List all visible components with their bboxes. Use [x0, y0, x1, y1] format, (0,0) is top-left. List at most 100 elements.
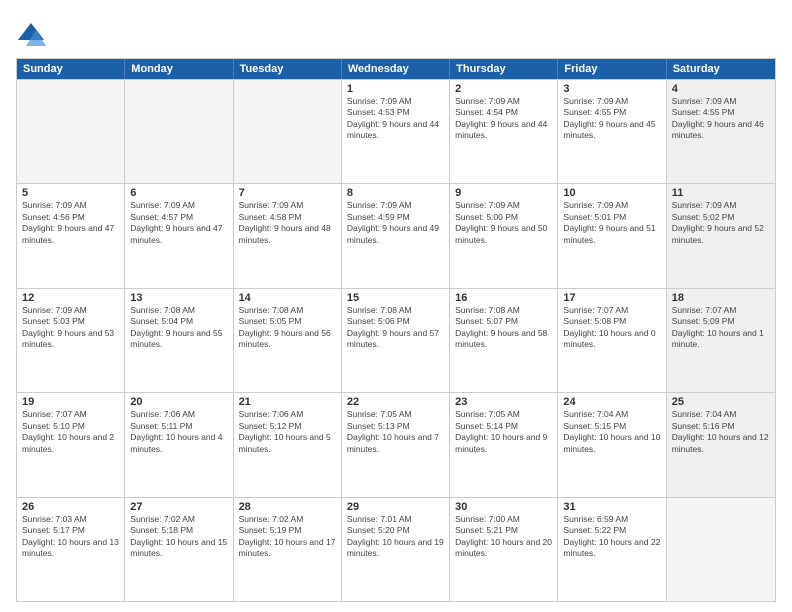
calendar-cell: 1Sunrise: 7:09 AMSunset: 4:53 PMDaylight…	[342, 80, 450, 183]
day-number: 15	[347, 292, 444, 304]
day-header: Wednesday	[342, 59, 450, 79]
calendar-row: 12Sunrise: 7:09 AMSunset: 5:03 PMDayligh…	[17, 288, 775, 392]
calendar-row: 5Sunrise: 7:09 AMSunset: 4:56 PMDaylight…	[17, 183, 775, 287]
calendar-cell: 29Sunrise: 7:01 AMSunset: 5:20 PMDayligh…	[342, 498, 450, 601]
calendar-row: 1Sunrise: 7:09 AMSunset: 4:53 PMDaylight…	[17, 79, 775, 183]
calendar-cell	[234, 80, 342, 183]
day-info: Sunrise: 7:09 AMSunset: 4:57 PMDaylight:…	[130, 200, 227, 246]
day-info: Sunrise: 7:09 AMSunset: 4:59 PMDaylight:…	[347, 200, 444, 246]
calendar-cell: 20Sunrise: 7:06 AMSunset: 5:11 PMDayligh…	[125, 393, 233, 496]
day-number: 30	[455, 501, 552, 513]
day-info: Sunrise: 7:03 AMSunset: 5:17 PMDaylight:…	[22, 514, 119, 560]
calendar-cell: 10Sunrise: 7:09 AMSunset: 5:01 PMDayligh…	[558, 184, 666, 287]
calendar-cell: 14Sunrise: 7:08 AMSunset: 5:05 PMDayligh…	[234, 289, 342, 392]
calendar-cell	[125, 80, 233, 183]
calendar-cell: 9Sunrise: 7:09 AMSunset: 5:00 PMDaylight…	[450, 184, 558, 287]
day-number: 8	[347, 187, 444, 199]
day-info: Sunrise: 7:01 AMSunset: 5:20 PMDaylight:…	[347, 514, 444, 560]
day-info: Sunrise: 7:02 AMSunset: 5:18 PMDaylight:…	[130, 514, 227, 560]
calendar-cell: 17Sunrise: 7:07 AMSunset: 5:08 PMDayligh…	[558, 289, 666, 392]
calendar-cell: 7Sunrise: 7:09 AMSunset: 4:58 PMDaylight…	[234, 184, 342, 287]
day-number: 19	[22, 396, 119, 408]
day-info: Sunrise: 7:05 AMSunset: 5:13 PMDaylight:…	[347, 409, 444, 455]
day-number: 31	[563, 501, 660, 513]
calendar-header: SundayMondayTuesdayWednesdayThursdayFrid…	[17, 59, 775, 79]
day-number: 17	[563, 292, 660, 304]
day-number: 12	[22, 292, 119, 304]
day-number: 13	[130, 292, 227, 304]
day-header: Thursday	[450, 59, 558, 79]
calendar-cell: 25Sunrise: 7:04 AMSunset: 5:16 PMDayligh…	[667, 393, 775, 496]
day-info: Sunrise: 7:07 AMSunset: 5:09 PMDaylight:…	[672, 305, 770, 351]
calendar-cell: 24Sunrise: 7:04 AMSunset: 5:15 PMDayligh…	[558, 393, 666, 496]
day-info: Sunrise: 7:00 AMSunset: 5:21 PMDaylight:…	[455, 514, 552, 560]
day-number: 3	[563, 83, 660, 95]
day-number: 7	[239, 187, 336, 199]
day-number: 29	[347, 501, 444, 513]
day-info: Sunrise: 7:08 AMSunset: 5:05 PMDaylight:…	[239, 305, 336, 351]
day-info: Sunrise: 7:09 AMSunset: 5:00 PMDaylight:…	[455, 200, 552, 246]
page-header	[16, 16, 776, 50]
calendar-cell: 28Sunrise: 7:02 AMSunset: 5:19 PMDayligh…	[234, 498, 342, 601]
day-info: Sunrise: 6:59 AMSunset: 5:22 PMDaylight:…	[563, 514, 660, 560]
calendar-cell: 31Sunrise: 6:59 AMSunset: 5:22 PMDayligh…	[558, 498, 666, 601]
calendar-cell: 18Sunrise: 7:07 AMSunset: 5:09 PMDayligh…	[667, 289, 775, 392]
day-number: 26	[22, 501, 119, 513]
calendar-row: 26Sunrise: 7:03 AMSunset: 5:17 PMDayligh…	[17, 497, 775, 601]
day-info: Sunrise: 7:07 AMSunset: 5:08 PMDaylight:…	[563, 305, 660, 351]
calendar-cell: 3Sunrise: 7:09 AMSunset: 4:55 PMDaylight…	[558, 80, 666, 183]
day-number: 11	[672, 187, 770, 199]
day-info: Sunrise: 7:09 AMSunset: 4:56 PMDaylight:…	[22, 200, 119, 246]
day-number: 16	[455, 292, 552, 304]
day-number: 23	[455, 396, 552, 408]
day-info: Sunrise: 7:08 AMSunset: 5:07 PMDaylight:…	[455, 305, 552, 351]
day-header: Saturday	[667, 59, 775, 79]
calendar-body: 1Sunrise: 7:09 AMSunset: 4:53 PMDaylight…	[17, 79, 775, 601]
day-number: 20	[130, 396, 227, 408]
calendar-cell: 21Sunrise: 7:06 AMSunset: 5:12 PMDayligh…	[234, 393, 342, 496]
day-number: 24	[563, 396, 660, 408]
day-info: Sunrise: 7:09 AMSunset: 5:01 PMDaylight:…	[563, 200, 660, 246]
calendar-cell: 5Sunrise: 7:09 AMSunset: 4:56 PMDaylight…	[17, 184, 125, 287]
day-info: Sunrise: 7:08 AMSunset: 5:04 PMDaylight:…	[130, 305, 227, 351]
day-info: Sunrise: 7:09 AMSunset: 4:55 PMDaylight:…	[672, 96, 770, 142]
calendar-cell: 22Sunrise: 7:05 AMSunset: 5:13 PMDayligh…	[342, 393, 450, 496]
page-container: SundayMondayTuesdayWednesdayThursdayFrid…	[0, 0, 792, 612]
day-info: Sunrise: 7:07 AMSunset: 5:10 PMDaylight:…	[22, 409, 119, 455]
day-info: Sunrise: 7:04 AMSunset: 5:15 PMDaylight:…	[563, 409, 660, 455]
calendar-row: 19Sunrise: 7:07 AMSunset: 5:10 PMDayligh…	[17, 392, 775, 496]
calendar-cell: 12Sunrise: 7:09 AMSunset: 5:03 PMDayligh…	[17, 289, 125, 392]
calendar-cell: 23Sunrise: 7:05 AMSunset: 5:14 PMDayligh…	[450, 393, 558, 496]
day-info: Sunrise: 7:09 AMSunset: 4:58 PMDaylight:…	[239, 200, 336, 246]
day-header: Friday	[558, 59, 666, 79]
day-number: 4	[672, 83, 770, 95]
day-info: Sunrise: 7:09 AMSunset: 4:53 PMDaylight:…	[347, 96, 444, 142]
day-info: Sunrise: 7:05 AMSunset: 5:14 PMDaylight:…	[455, 409, 552, 455]
calendar-cell: 16Sunrise: 7:08 AMSunset: 5:07 PMDayligh…	[450, 289, 558, 392]
day-number: 22	[347, 396, 444, 408]
day-number: 6	[130, 187, 227, 199]
day-number: 28	[239, 501, 336, 513]
logo	[16, 20, 50, 50]
calendar-cell: 6Sunrise: 7:09 AMSunset: 4:57 PMDaylight…	[125, 184, 233, 287]
calendar-cell: 19Sunrise: 7:07 AMSunset: 5:10 PMDayligh…	[17, 393, 125, 496]
day-info: Sunrise: 7:09 AMSunset: 4:54 PMDaylight:…	[455, 96, 552, 142]
day-info: Sunrise: 7:04 AMSunset: 5:16 PMDaylight:…	[672, 409, 770, 455]
calendar-cell: 15Sunrise: 7:08 AMSunset: 5:06 PMDayligh…	[342, 289, 450, 392]
day-number: 27	[130, 501, 227, 513]
calendar-cell	[667, 498, 775, 601]
day-number: 10	[563, 187, 660, 199]
day-number: 21	[239, 396, 336, 408]
day-number: 18	[672, 292, 770, 304]
calendar-cell: 11Sunrise: 7:09 AMSunset: 5:02 PMDayligh…	[667, 184, 775, 287]
calendar-cell: 26Sunrise: 7:03 AMSunset: 5:17 PMDayligh…	[17, 498, 125, 601]
day-number: 25	[672, 396, 770, 408]
day-header: Sunday	[17, 59, 125, 79]
calendar-cell: 13Sunrise: 7:08 AMSunset: 5:04 PMDayligh…	[125, 289, 233, 392]
day-info: Sunrise: 7:06 AMSunset: 5:11 PMDaylight:…	[130, 409, 227, 455]
day-number: 5	[22, 187, 119, 199]
logo-icon	[16, 20, 46, 50]
calendar-cell: 2Sunrise: 7:09 AMSunset: 4:54 PMDaylight…	[450, 80, 558, 183]
day-number: 1	[347, 83, 444, 95]
calendar-cell: 27Sunrise: 7:02 AMSunset: 5:18 PMDayligh…	[125, 498, 233, 601]
